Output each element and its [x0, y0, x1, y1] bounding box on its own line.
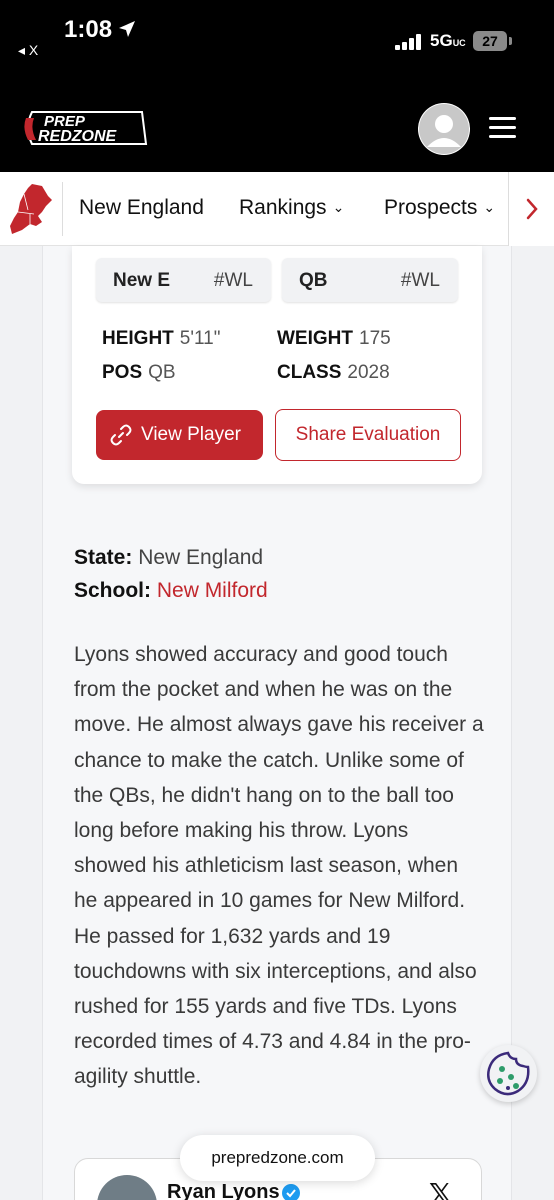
state-rank-box: New E #WL [96, 258, 271, 302]
url-bar-pill[interactable]: prepredzone.com [180, 1135, 375, 1181]
signal-strength-icon [395, 34, 423, 50]
nav-item-prospects[interactable]: Prospects ⌄ [384, 196, 495, 220]
clock: 1:08 [64, 16, 113, 43]
view-player-button[interactable]: View Player [96, 410, 263, 460]
weight-stat: WEIGHT 175 [277, 328, 391, 349]
player-card: New E #WL QB #WL HEIGHT 5'11" WEIGHT 175 P… [72, 246, 482, 484]
evaluation-paragraph: Lyons showed accuracy and good touch fro… [74, 643, 484, 1089]
tweet-author-avatar[interactable] [97, 1175, 157, 1200]
chevron-down-icon: ⌄ [483, 199, 496, 215]
position-rank-label: QB [299, 270, 328, 291]
position-rank-box: QB #WL [282, 258, 458, 302]
x-logo-icon[interactable]: 𝕏 [429, 1177, 452, 1200]
svg-text:REDZONE: REDZONE [38, 128, 118, 145]
new-england-map-icon[interactable] [8, 182, 54, 238]
site-header: PREP REDZONE [0, 86, 554, 172]
share-evaluation-button[interactable]: Share Evaluation [275, 409, 461, 461]
link-icon [110, 424, 132, 446]
region-nav-bar: New England Rankings ⌄ Prospects ⌄ [0, 172, 554, 246]
status-bar: 1:08 ◂ X 5GUC 27 [0, 0, 554, 86]
nav-divider [62, 182, 63, 236]
state-rank-value: #WL [213, 270, 253, 291]
user-avatar[interactable] [418, 103, 470, 155]
class-stat: CLASS 2028 [277, 362, 390, 383]
back-to-app-link[interactable]: ◂ X [18, 42, 38, 59]
tweet-author-name[interactable]: Ryan Lyons [167, 1181, 280, 1200]
height-stat: HEIGHT 5'11" [102, 328, 221, 349]
battery-indicator: 27 [473, 31, 507, 51]
nav-item-new-england[interactable]: New England [79, 196, 204, 220]
view-player-label: View Player [141, 424, 241, 445]
chevron-down-icon: ⌄ [332, 199, 345, 215]
school-line: School: New Milford [74, 579, 268, 602]
location-arrow-icon [119, 21, 135, 37]
cookie-icon [487, 1051, 530, 1096]
chevron-right-icon [526, 198, 538, 220]
verified-badge-icon [282, 1184, 300, 1200]
user-icon [419, 104, 469, 154]
school-link[interactable]: New Milford [157, 579, 268, 602]
position-rank-value: #WL [400, 270, 440, 291]
network-indicator: 5GUC [430, 31, 466, 50]
menu-hamburger-icon[interactable] [489, 117, 516, 139]
state-line: State: New England [74, 546, 264, 569]
nav-item-rankings[interactable]: Rankings ⌄ [239, 196, 344, 220]
battery-tip [509, 37, 512, 45]
cookie-settings-button[interactable] [480, 1045, 537, 1102]
position-stat: POS QB [102, 362, 176, 383]
nav-scroll-right-button[interactable] [508, 172, 554, 246]
prep-redzone-logo[interactable]: PREP REDZONE [22, 108, 148, 148]
state-rank-label: New E [113, 270, 171, 291]
